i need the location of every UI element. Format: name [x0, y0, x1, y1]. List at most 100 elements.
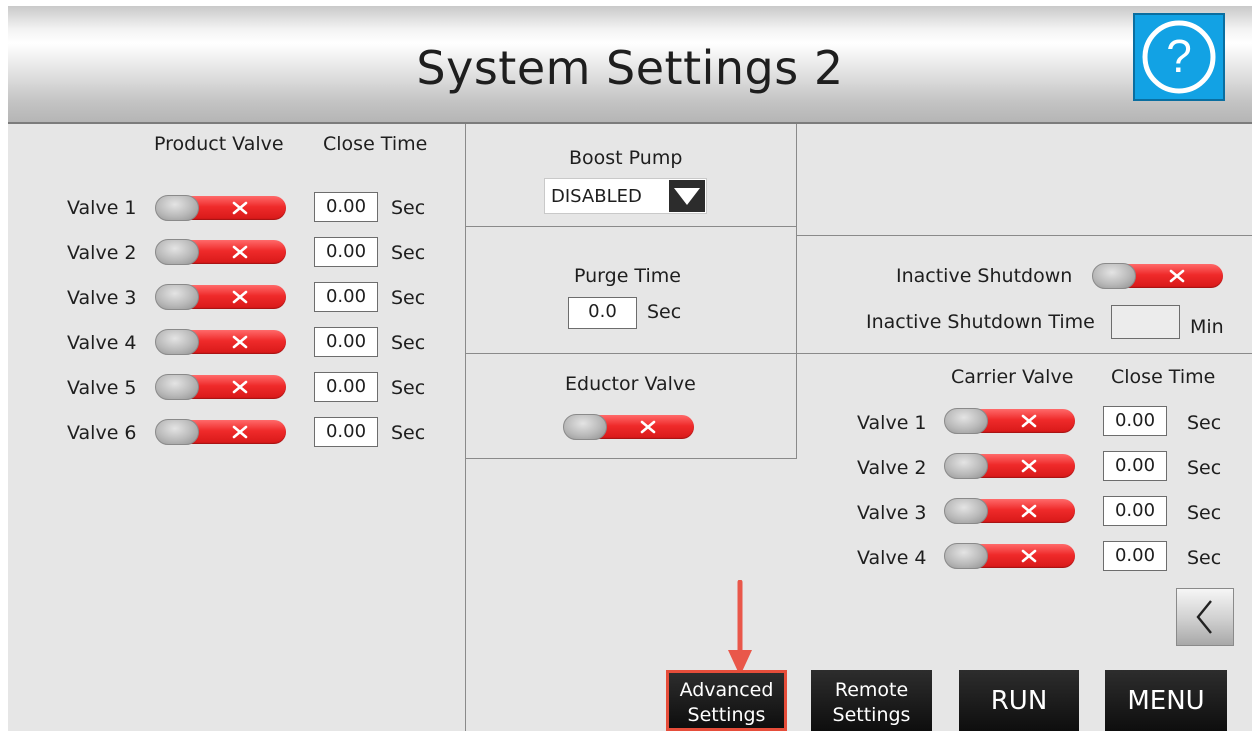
question-circle-icon: ? [1142, 20, 1216, 94]
valve-label: Valve 2 [67, 242, 137, 264]
toggle-knob [1092, 263, 1136, 289]
advanced-settings-button[interactable]: Advanced Settings [666, 670, 787, 731]
remote-settings-line1: Remote [834, 678, 909, 701]
menu-button[interactable]: MENU [1105, 670, 1227, 731]
inactive-shutdown-time-label: Inactive Shutdown Time [866, 311, 1095, 333]
product-valve-4-close-time[interactable]: 0.00 [314, 327, 378, 357]
carrier-valve-4-close-time[interactable]: 0.00 [1103, 541, 1167, 571]
carrier-valve-4-toggle[interactable] [944, 543, 1075, 569]
purge-time-label: Purge Time [574, 265, 681, 287]
product-valve-1-toggle[interactable] [155, 195, 286, 221]
inactive-shutdown-label: Inactive Shutdown [896, 265, 1073, 287]
product-valve-header: Product Valve [154, 133, 284, 155]
x-icon [1021, 549, 1037, 563]
unit-label: Sec [391, 377, 426, 399]
eductor-valve-label: Eductor Valve [565, 373, 696, 395]
x-icon [232, 425, 248, 439]
unit-label: Sec [1187, 547, 1222, 569]
divider-boost [466, 226, 797, 227]
boost-pump-value: DISABLED [551, 186, 642, 207]
divider-purge [466, 353, 1252, 354]
carrier-valve-2-toggle[interactable] [944, 453, 1075, 479]
product-valve-3-close-time[interactable]: 0.00 [314, 282, 378, 312]
advanced-settings-line1: Advanced [679, 678, 774, 701]
toggle-knob [563, 414, 607, 440]
x-icon [1021, 459, 1037, 473]
carrier-valve-1-toggle[interactable] [944, 408, 1075, 434]
inactive-shutdown-time-unit: Min [1190, 316, 1224, 338]
eductor-valve-toggle[interactable] [563, 414, 694, 440]
purge-time-unit: Sec [647, 301, 682, 323]
unit-label: Sec [391, 422, 426, 444]
remote-settings-line2: Settings [832, 703, 911, 726]
product-valve-2-close-time[interactable]: 0.00 [314, 237, 378, 267]
unit-label: Sec [391, 197, 426, 219]
product-valve-4-toggle[interactable] [155, 329, 286, 355]
toggle-knob [155, 195, 199, 221]
unit-label: Sec [391, 332, 426, 354]
carrier-valve-1-close-time[interactable]: 0.00 [1103, 406, 1167, 436]
product-valve-6-toggle[interactable] [155, 419, 286, 445]
valve-label: Valve 4 [857, 547, 927, 569]
divider-left [465, 124, 466, 731]
valve-label: Valve 4 [67, 332, 137, 354]
purge-time-field[interactable]: 0.0 [568, 297, 637, 329]
triangle-down-icon [674, 188, 700, 205]
valve-label: Valve 1 [857, 412, 927, 434]
valve-label: Valve 5 [67, 377, 137, 399]
product-valve-2-toggle[interactable] [155, 239, 286, 265]
x-icon [1169, 269, 1185, 283]
carrier-valve-3-toggle[interactable] [944, 498, 1075, 524]
valve-label: Valve 6 [67, 422, 137, 444]
product-valve-5-close-time[interactable]: 0.00 [314, 372, 378, 402]
product-valve-3-toggle[interactable] [155, 284, 286, 310]
close-time-header: Close Time [323, 133, 428, 155]
toggle-knob [155, 419, 199, 445]
inactive-shutdown-time-field[interactable] [1111, 305, 1180, 339]
boost-pump-select[interactable]: DISABLED [544, 178, 707, 214]
chevron-left-icon [1196, 600, 1212, 634]
screen: System Settings 2 ? Product Valve Close … [8, 6, 1252, 731]
toggle-knob [944, 408, 988, 434]
product-valve-6-close-time[interactable]: 0.00 [314, 417, 378, 447]
valve-label: Valve 3 [857, 502, 927, 524]
product-valve-5-toggle[interactable] [155, 374, 286, 400]
toggle-knob [155, 329, 199, 355]
header-bar: System Settings 2 ? [8, 6, 1252, 124]
advanced-settings-line2: Settings [687, 703, 766, 726]
x-icon [640, 420, 656, 434]
run-button[interactable]: RUN [959, 670, 1079, 731]
x-icon [232, 245, 248, 259]
toggle-knob [944, 453, 988, 479]
boost-pump-label: Boost Pump [569, 147, 683, 169]
run-button-label: RUN [990, 685, 1048, 716]
back-button[interactable] [1176, 588, 1234, 646]
annotation-arrow-icon [728, 580, 752, 676]
toggle-knob [155, 284, 199, 310]
x-icon [232, 335, 248, 349]
divider-eductor [466, 458, 797, 459]
unit-label: Sec [1187, 502, 1222, 524]
product-valve-1-close-time[interactable]: 0.00 [314, 192, 378, 222]
page-title: System Settings 2 [416, 41, 844, 95]
carrier-valve-header: Carrier Valve [951, 366, 1074, 388]
inactive-shutdown-toggle[interactable] [1092, 263, 1223, 289]
valve-label: Valve 1 [67, 197, 137, 219]
toggle-knob [944, 498, 988, 524]
valve-label: Valve 3 [67, 287, 137, 309]
x-icon [1021, 414, 1037, 428]
unit-label: Sec [1187, 412, 1222, 434]
valve-label: Valve 2 [857, 457, 927, 479]
carrier-valve-3-close-time[interactable]: 0.00 [1103, 496, 1167, 526]
x-icon [1021, 504, 1037, 518]
carrier-valve-2-close-time[interactable]: 0.00 [1103, 451, 1167, 481]
help-button[interactable]: ? [1133, 13, 1225, 101]
carrier-close-time-header: Close Time [1111, 366, 1216, 388]
menu-button-label: MENU [1127, 685, 1205, 716]
unit-label: Sec [1187, 457, 1222, 479]
dropdown-arrow[interactable] [669, 180, 705, 212]
x-icon [232, 290, 248, 304]
toggle-knob [155, 374, 199, 400]
remote-settings-button[interactable]: Remote Settings [811, 670, 932, 731]
divider-inactive [797, 235, 1252, 236]
